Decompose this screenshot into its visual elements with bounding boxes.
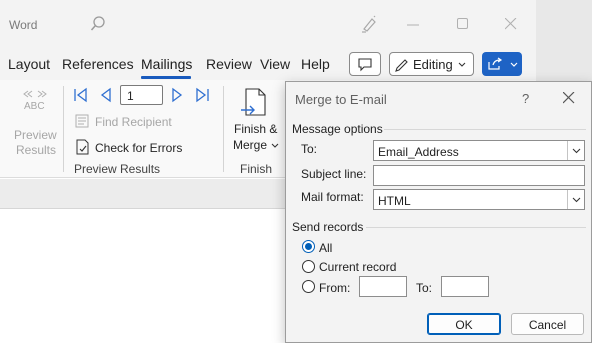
tab-references[interactable]: References bbox=[62, 56, 134, 72]
preview-results-label-1: Preview bbox=[14, 128, 57, 142]
current-record-label: Current record bbox=[319, 260, 397, 274]
chevron-down-icon bbox=[572, 197, 581, 203]
to-field-select[interactable]: Email_Address bbox=[373, 140, 585, 161]
from-label: From: bbox=[319, 281, 351, 295]
chevron-down-icon bbox=[458, 62, 466, 67]
merge-to-email-dialog: Merge to E-mail ? Message options To: Em… bbox=[285, 81, 592, 343]
tab-layout[interactable]: Layout bbox=[8, 56, 50, 72]
comments-button[interactable] bbox=[349, 52, 381, 76]
subject-line-label: Subject line: bbox=[301, 167, 367, 181]
from-radio[interactable] bbox=[302, 280, 315, 293]
preview-results-button[interactable]: ABC Preview Results bbox=[10, 86, 60, 157]
help-button[interactable]: ? bbox=[522, 91, 529, 106]
dropdown-arrow bbox=[567, 190, 584, 209]
dialog-title: Merge to E-mail bbox=[295, 92, 387, 107]
section-divider bbox=[366, 227, 586, 228]
finish-merge-icon bbox=[241, 88, 266, 116]
ok-button[interactable]: OK bbox=[427, 313, 501, 335]
to-label: To: bbox=[301, 142, 318, 156]
title-bar: Word bbox=[0, 0, 536, 50]
chevron-down-icon bbox=[510, 62, 518, 67]
close-icon[interactable] bbox=[563, 92, 575, 104]
share-button[interactable] bbox=[482, 52, 522, 76]
finish-merge-label-2: Merge bbox=[233, 138, 268, 152]
minimize-icon[interactable] bbox=[407, 24, 419, 26]
ribbon-divider bbox=[63, 86, 64, 172]
search-icon[interactable] bbox=[90, 16, 106, 32]
finish-group-label: Finish bbox=[240, 162, 273, 176]
maximize-icon[interactable] bbox=[457, 18, 469, 30]
tab-review[interactable]: Review bbox=[206, 56, 252, 72]
section-divider bbox=[384, 129, 586, 130]
first-record-icon[interactable] bbox=[73, 87, 89, 103]
mail-format-value: HTML bbox=[378, 194, 411, 208]
to-field-value: Email_Address bbox=[378, 145, 459, 159]
close-icon[interactable] bbox=[505, 18, 517, 30]
message-options-heading: Message options bbox=[292, 122, 383, 136]
all-radio-label: All bbox=[319, 241, 333, 255]
editing-label: Editing bbox=[413, 57, 453, 72]
dropdown-arrow bbox=[567, 141, 584, 160]
previous-record-icon[interactable] bbox=[99, 87, 113, 103]
comment-icon bbox=[358, 58, 372, 72]
abc-icon-text: ABC bbox=[24, 101, 45, 112]
mail-format-label: Mail format: bbox=[301, 190, 364, 204]
finish-merge-button[interactable]: Finish & Merge bbox=[231, 86, 283, 156]
check-errors-icon bbox=[76, 139, 89, 155]
send-records-heading: Send records bbox=[292, 220, 364, 234]
current-record-radio[interactable] bbox=[302, 260, 315, 273]
chevron-down-icon bbox=[572, 148, 581, 154]
find-recipient-icon bbox=[75, 114, 89, 128]
ribbon-tabs: Layout References Mailings Review View H… bbox=[0, 50, 536, 80]
ribbon-divider bbox=[223, 86, 224, 172]
preview-results-label-2: Results bbox=[16, 143, 57, 157]
find-recipient-button[interactable]: Find Recipient bbox=[73, 113, 183, 131]
record-number-input[interactable]: 1 bbox=[120, 85, 163, 105]
next-record-icon[interactable] bbox=[170, 87, 184, 103]
active-tab-indicator bbox=[141, 76, 191, 79]
to-record-input[interactable] bbox=[441, 276, 489, 297]
merge-field-chevrons-icon bbox=[23, 90, 47, 98]
to-record-label: To: bbox=[416, 281, 433, 295]
subject-line-input[interactable] bbox=[373, 165, 585, 186]
preview-results-group-label: Preview Results bbox=[74, 162, 161, 176]
chevron-down-icon bbox=[271, 143, 279, 148]
last-record-icon[interactable] bbox=[194, 87, 210, 103]
tab-help[interactable]: Help bbox=[301, 56, 330, 72]
find-recipient-label: Find Recipient bbox=[95, 115, 172, 129]
check-for-errors-button[interactable]: Check for Errors bbox=[73, 138, 188, 156]
editing-mode-button[interactable]: Editing bbox=[389, 52, 474, 76]
all-radio[interactable] bbox=[302, 240, 315, 253]
cancel-button[interactable]: Cancel bbox=[511, 313, 584, 335]
finish-merge-label-1: Finish & bbox=[234, 122, 278, 136]
share-icon bbox=[488, 57, 503, 70]
record-number-value: 1 bbox=[127, 89, 134, 103]
app-title: Word bbox=[9, 18, 38, 32]
check-for-errors-label: Check for Errors bbox=[95, 141, 183, 155]
tab-view[interactable]: View bbox=[260, 56, 290, 72]
from-record-input[interactable] bbox=[359, 276, 407, 297]
designer-pen-icon[interactable] bbox=[360, 15, 378, 33]
pen-icon bbox=[395, 59, 408, 72]
mail-format-select[interactable]: HTML bbox=[373, 189, 585, 210]
tab-mailings[interactable]: Mailings bbox=[141, 56, 192, 72]
